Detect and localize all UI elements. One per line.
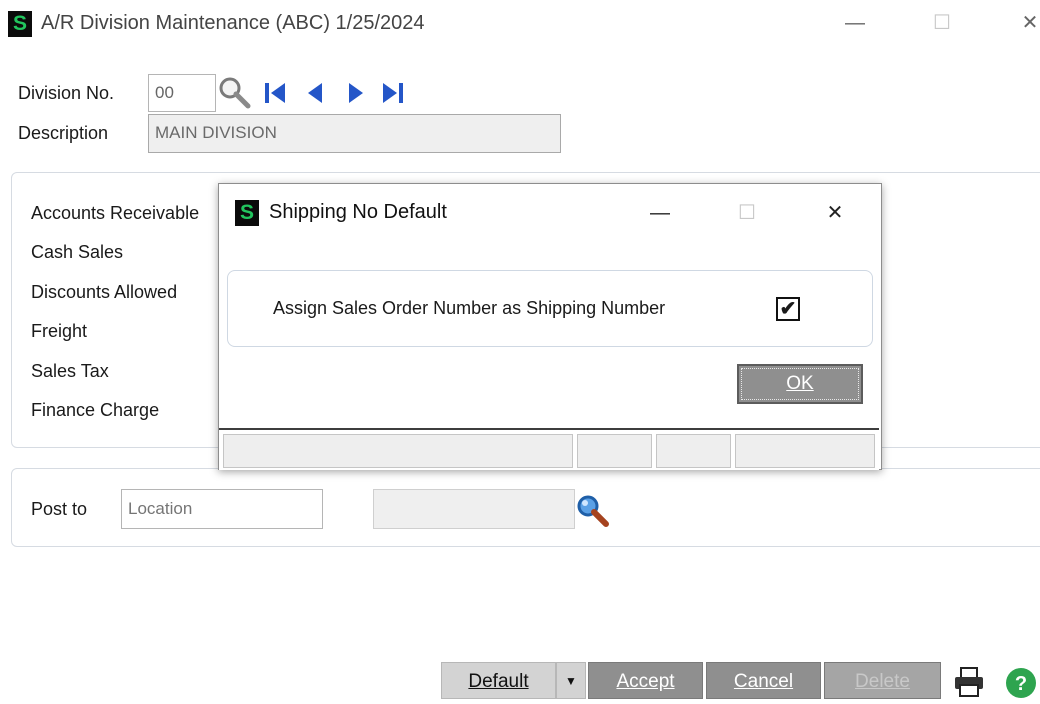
description-label: Description: [18, 123, 109, 143]
assign-shipping-number-label: Assign Sales Order Number as Shipping Nu…: [273, 298, 666, 318]
post-to-label: Post to: [31, 499, 88, 519]
account-label: Discounts Allowed: [31, 282, 178, 302]
division-no-field[interactable]: 00: [148, 74, 216, 112]
dialog-status-bar: [219, 428, 879, 470]
status-segment: [656, 434, 731, 468]
delete-button[interactable]: Delete: [824, 662, 941, 699]
option-group: Assign Sales Order Number as Shipping Nu…: [227, 270, 873, 347]
accept-button[interactable]: Accept: [588, 662, 703, 699]
cancel-button[interactable]: Cancel: [706, 662, 821, 699]
account-label: Finance Charge: [31, 400, 160, 420]
dialog-close-button[interactable]: ✕: [820, 198, 850, 228]
description-field[interactable]: MAIN DIVISION: [148, 114, 561, 153]
status-segment: [735, 434, 875, 468]
account-label: Freight: [31, 321, 88, 341]
assign-shipping-number-checkbox[interactable]: ✔: [776, 297, 800, 321]
shipping-no-default-dialog: S Shipping No Default — ☐ ✕ Assign Sales…: [218, 183, 882, 470]
ok-button-label: OK: [786, 373, 814, 394]
lookup-icon[interactable]: [218, 76, 252, 110]
app-logo-icon: S: [8, 11, 32, 37]
location-input[interactable]: [121, 489, 323, 529]
close-button[interactable]: ✕: [1015, 8, 1040, 38]
dialog-logo-icon: S: [235, 200, 259, 226]
cancel-button-label: Cancel: [733, 671, 794, 692]
location-description-field: [373, 489, 575, 529]
default-button[interactable]: Default: [441, 662, 556, 699]
ok-button[interactable]: OK: [737, 364, 863, 404]
location-lookup-icon[interactable]: [576, 494, 610, 528]
status-segment: [223, 434, 573, 468]
print-icon[interactable]: [952, 666, 986, 698]
svg-text:?: ?: [1015, 673, 1027, 695]
delete-button-label: Delete: [855, 671, 910, 692]
default-dropdown-button[interactable]: ▼: [556, 662, 586, 699]
status-segment: [577, 434, 652, 468]
first-record-icon[interactable]: [264, 80, 286, 106]
chevron-down-icon: ▼: [565, 674, 577, 688]
account-label: Cash Sales: [31, 242, 124, 262]
minimize-button[interactable]: —: [840, 8, 870, 38]
help-icon[interactable]: ?: [1004, 666, 1038, 699]
dialog-minimize-button[interactable]: —: [645, 198, 675, 228]
account-label: Sales Tax: [31, 361, 109, 381]
previous-record-icon[interactable]: [306, 80, 328, 106]
dialog-title: Shipping No Default: [269, 201, 447, 223]
last-record-icon[interactable]: [382, 80, 404, 106]
division-no-label: Division No.: [18, 83, 115, 103]
maximize-button[interactable]: ☐: [927, 8, 957, 38]
next-record-icon[interactable]: [345, 80, 367, 106]
dialog-maximize-button[interactable]: ☐: [732, 198, 762, 228]
default-button-label: Default: [468, 671, 529, 692]
account-label: Accounts Receivable: [31, 203, 200, 223]
accept-button-label: Accept: [616, 671, 675, 692]
window-title: A/R Division Maintenance (ABC) 1/25/2024: [41, 12, 425, 34]
